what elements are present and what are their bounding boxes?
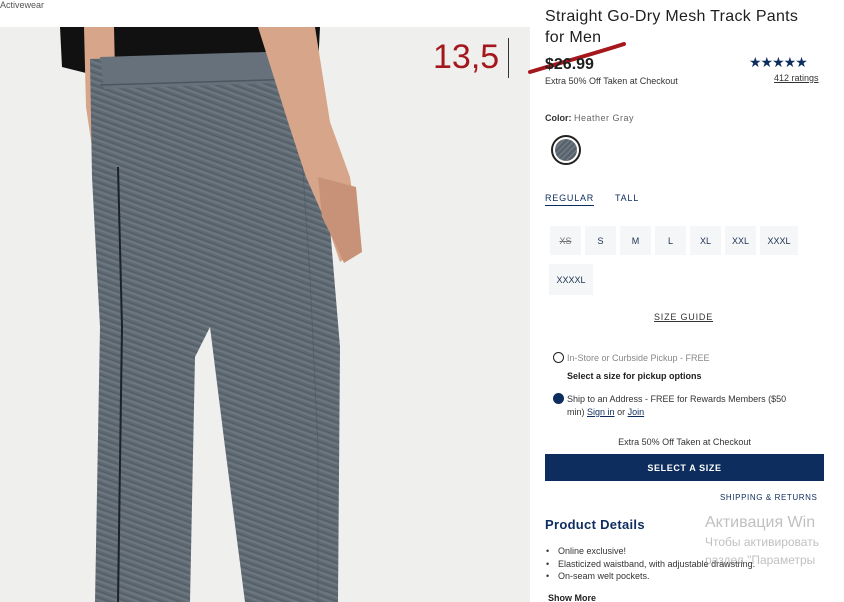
size-s-button[interactable]: S <box>585 226 616 255</box>
watermark-line3: раздел "Параметры <box>705 553 816 567</box>
tab-tall[interactable]: TALL <box>615 193 639 203</box>
handwritten-price-annotation: 13,5 <box>433 38 500 76</box>
product-price: $26.99 <box>545 56 594 73</box>
star-rating-icon: ★★★★★ <box>749 54 808 70</box>
ratings-link[interactable]: 412 ratings <box>774 73 819 83</box>
color-label: Color: Heather Gray <box>545 113 634 123</box>
product-title: Straight Go-Dry Mesh Track Pants for Men <box>545 8 799 46</box>
show-more-button[interactable]: Show More <box>548 593 596 602</box>
color-value: Heather Gray <box>574 113 635 123</box>
ship-label-line1: Ship to an Address - FREE for Rewards Me… <box>567 394 787 404</box>
list-item: On-seam welt pockets. <box>545 570 755 583</box>
product-info-panel: Straight Go-Dry Mesh Track Pants for Men… <box>530 0 844 602</box>
product-image <box>0 27 530 602</box>
ship-label: Ship to an Address - FREE for Rewards Me… <box>567 393 827 419</box>
pickup-note: Select a size for pickup options <box>567 371 702 381</box>
color-swatch-heather-gray[interactable] <box>551 135 581 165</box>
product-details-heading[interactable]: Product Details <box>545 517 645 532</box>
size-m-button[interactable]: M <box>620 226 651 255</box>
size-xxxl-button[interactable]: XXXL <box>760 226 798 255</box>
ship-label-line2: min) <box>567 407 585 417</box>
or-text: or <box>617 407 626 417</box>
size-xs-button[interactable]: XS <box>550 226 581 255</box>
size-guide-link[interactable]: SIZE GUIDE <box>654 312 713 322</box>
join-link[interactable]: Join <box>628 407 645 417</box>
pickup-label: In-Store or Curbside Pickup - FREE <box>567 353 710 363</box>
text-cursor <box>508 38 509 78</box>
watermark-line2: Чтобы активировать <box>705 535 819 549</box>
pants-illustration <box>60 27 362 602</box>
size-xxxxl-button[interactable]: XXXXL <box>549 264 593 295</box>
watermark-line1: Активация Win <box>705 514 816 531</box>
swatch-fill <box>555 139 577 161</box>
checkout-note: Extra 50% Off Taken at Checkout <box>618 437 751 447</box>
breadcrumb[interactable]: Activewear <box>0 0 44 10</box>
size-l-button[interactable]: L <box>655 226 686 255</box>
tab-regular[interactable]: REGULAR <box>545 193 595 206</box>
promo-text: Extra 50% Off Taken at Checkout <box>545 76 678 86</box>
pickup-radio[interactable] <box>553 352 564 363</box>
color-label-key: Color: <box>545 113 572 123</box>
ship-radio[interactable] <box>553 393 564 404</box>
size-xl-button[interactable]: XL <box>690 226 721 255</box>
sign-in-link[interactable]: Sign in <box>587 407 615 417</box>
select-size-button[interactable]: SELECT A SIZE <box>545 454 824 481</box>
windows-activation-watermark: Активация Win Чтобы активировать раздел … <box>705 513 819 569</box>
size-xxl-button[interactable]: XXL <box>725 226 756 255</box>
shipping-returns-link[interactable]: SHIPPING & RETURNS <box>720 493 817 502</box>
